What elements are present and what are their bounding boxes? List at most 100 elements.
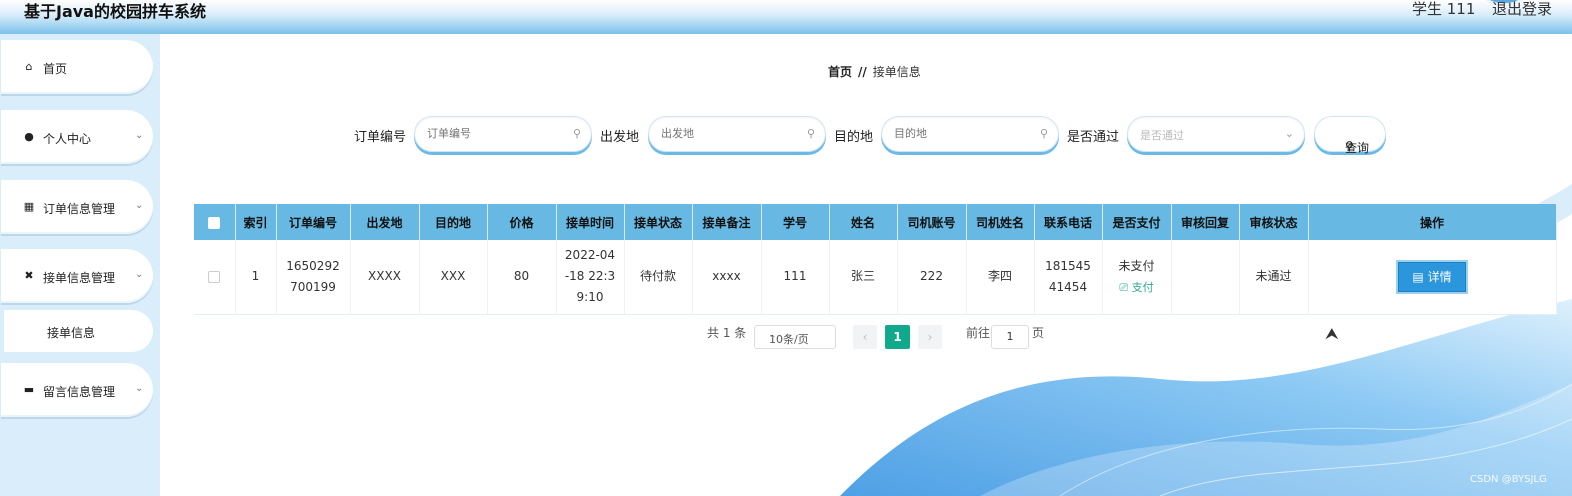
accept-info-table: 索引 订单编号 出发地 目的地 价格 接单时间 接单状态 接单备注 学号 姓名 … [194, 204, 1557, 315]
logout-link[interactable]: 退出登录 [1492, 0, 1552, 19]
pagination-total: 共 1 条 [707, 326, 747, 340]
sidebar-item-label: 首页 [43, 62, 68, 76]
column-header: 审核状态 [1239, 204, 1309, 240]
cell-actions: ▤ 详情 [1308, 240, 1557, 315]
column-header: 索引 [235, 204, 277, 240]
detail-button[interactable]: ▤ 详情 [1398, 261, 1466, 292]
cell-phone: 18154541454 [1034, 240, 1103, 315]
column-header: 接单备注 [692, 204, 762, 240]
cell-from: XXXX [350, 240, 420, 315]
query-button[interactable]: 查询 ⚲ [1314, 116, 1386, 155]
breadcrumb-home[interactable]: 首页 [828, 65, 852, 79]
home-icon: ⌂ [25, 60, 33, 73]
cell-name: 张三 [829, 240, 898, 315]
cell-status: 待付款 [624, 240, 693, 315]
breadcrumb: 首页 // 接单信息 [828, 63, 921, 80]
prev-page-button[interactable]: ‹ [853, 325, 877, 349]
column-header: 目的地 [419, 204, 488, 240]
search-icon: ⚲ [572, 127, 581, 140]
select-all-cell[interactable] [194, 204, 236, 240]
page-size-select[interactable]: 10条/页 ⌄ [754, 325, 836, 349]
sidebar-item-label: 订单信息管理 [43, 202, 116, 216]
column-header: 操作 [1308, 204, 1557, 240]
sidebar: ⌂ 首页 ● 个人中心 ⌄ ▦ 订单信息管理 ⌄ ✖ 接单信息管理 ⌄ 接单信息… [0, 34, 160, 496]
chevron-down-icon: ⌄ [135, 200, 144, 211]
row-select-cell[interactable] [194, 240, 236, 315]
column-header: 接单时间 [556, 204, 625, 240]
from-field[interactable]: ⚲ [648, 116, 826, 152]
to-label: 目的地 [834, 130, 874, 145]
main-content: 首页//接单信息 订单编号 ⚲ 出发地 ⚲ 目的地 ⚲ 是否通过 是否通过 ⌄ … [160, 34, 1572, 496]
column-header: 接单状态 [624, 204, 693, 240]
order-no-input[interactable] [427, 127, 567, 140]
sidebar-item-home[interactable]: ⌂ 首页 [1, 40, 153, 94]
table-header-row: 索引 订单编号 出发地 目的地 价格 接单时间 接单状态 接单备注 学号 姓名 … [194, 204, 1557, 240]
cell-to: XXX [419, 240, 488, 315]
column-header: 司机账号 [897, 204, 967, 240]
cell-review-reply [1171, 240, 1240, 315]
grid-icon: ▦ [23, 200, 35, 213]
sidebar-subitem-label: 接单信息 [47, 326, 96, 340]
sidebar-item-label: 留言信息管理 [43, 385, 116, 399]
mouse-pointer-icon: ⮝ [1325, 324, 1339, 343]
column-header: 联系电话 [1034, 204, 1103, 240]
sidebar-item-order-management[interactable]: ▦ 订单信息管理 ⌄ [1, 180, 153, 234]
top-header: 基于Java的校园拼车系统 学生 111 退出登录 [0, 0, 1572, 34]
column-header: 出发地 [350, 204, 420, 240]
to-input[interactable] [894, 127, 1034, 140]
column-header: 订单编号 [276, 204, 351, 240]
column-header: 审核回复 [1171, 204, 1240, 240]
chevron-down-icon: ⌄ [1284, 127, 1294, 140]
column-header: 姓名 [829, 204, 898, 240]
cell-student-no: 111 [761, 240, 830, 315]
user-name: 学生 111 [1412, 0, 1476, 18]
column-header: 是否支付 [1102, 204, 1172, 240]
column-header: 价格 [487, 204, 557, 240]
sidebar-item-personal-center[interactable]: ● 个人中心 ⌄ [1, 110, 153, 164]
column-header: 学号 [761, 204, 830, 240]
page-number-current[interactable]: 1 [885, 325, 910, 349]
chevron-down-icon: ⌄ [135, 383, 144, 394]
goto-page-input[interactable]: 1 [991, 325, 1029, 349]
sidebar-item-label: 接单信息管理 [43, 271, 116, 285]
sidebar-subitem-accept-info[interactable]: 接单信息 [4, 310, 153, 352]
to-field[interactable]: ⚲ [881, 116, 1059, 152]
tool-icon: ✖ [24, 269, 34, 282]
breadcrumb-separator: // [858, 65, 867, 79]
sidebar-item-accept-management[interactable]: ✖ 接单信息管理 ⌄ [1, 249, 153, 303]
cell-price: 80 [487, 240, 557, 315]
chevron-down-icon: ⌄ [135, 130, 144, 141]
cell-driver-name: 李四 [966, 240, 1035, 315]
approved-select[interactable]: 是否通过 ⌄ [1127, 116, 1305, 152]
approved-select-placeholder: 是否通过 [1140, 129, 1184, 142]
order-no-field[interactable]: ⚲ [414, 116, 592, 152]
sidebar-item-message-management[interactable]: ▬ 留言信息管理 ⌄ [1, 363, 153, 417]
cell-remark: xxxx [692, 240, 762, 315]
goto-label: 前往 [966, 326, 991, 340]
cell-index: 1 [235, 240, 277, 315]
breadcrumb-current: 接单信息 [872, 65, 921, 79]
row-checkbox[interactable] [208, 270, 221, 283]
cell-driver-account: 222 [897, 240, 967, 315]
search-icon: ⚲ [1345, 139, 1354, 153]
sidebar-item-label: 个人中心 [43, 132, 92, 146]
pay-link[interactable]: ⎚ 支付 [1103, 277, 1171, 298]
watermark: CSDN @BYSJLG [1470, 474, 1547, 485]
briefcase-icon: ▬ [23, 383, 35, 396]
select-all-checkbox[interactable] [208, 216, 221, 229]
chevron-down-icon: ⌄ [769, 331, 777, 341]
cell-order-no: 1650292700199 [276, 240, 351, 315]
order-no-label: 订单编号 [354, 130, 407, 145]
chevron-down-icon: ⌄ [135, 269, 144, 280]
from-label: 出发地 [600, 130, 640, 145]
from-input[interactable] [661, 127, 801, 140]
paid-status: 未支付 [1118, 258, 1155, 273]
column-header: 司机姓名 [966, 204, 1035, 240]
app-title: 基于Java的校园拼车系统 [24, 2, 206, 21]
approved-label: 是否通过 [1067, 130, 1120, 145]
search-icon: ⚲ [806, 127, 815, 140]
search-icon: ⚲ [1039, 127, 1048, 140]
cell-time: 2022-04-18 22:39:10 [556, 240, 625, 315]
goto-suffix: 页 [1032, 326, 1045, 340]
next-page-button[interactable]: › [918, 325, 942, 349]
